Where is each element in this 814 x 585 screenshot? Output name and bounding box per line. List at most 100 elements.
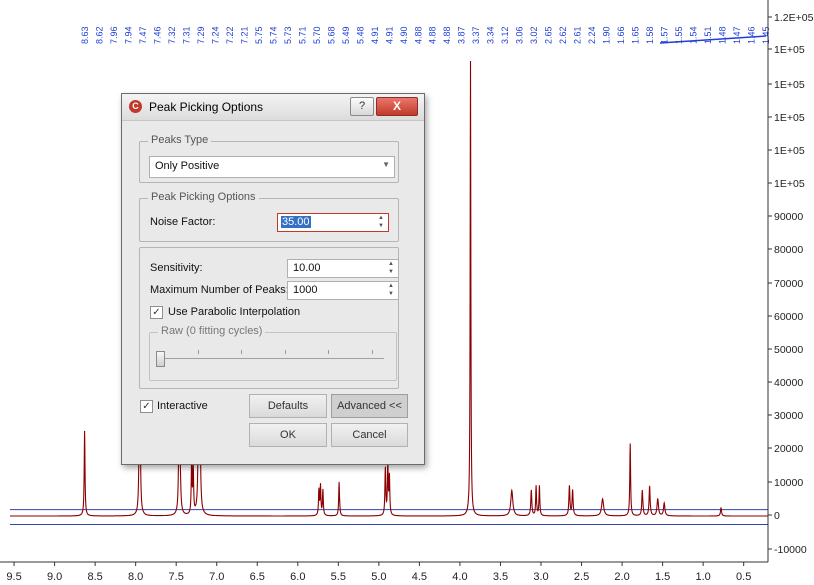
peak-label-text: 7.47 — [138, 26, 148, 44]
fitting-slider-thumb[interactable] — [156, 351, 165, 367]
sensitivity-input[interactable]: 10.00 ▲ ▼ — [287, 259, 399, 278]
peak-label: 4.90 — [399, 26, 409, 44]
peak-label-text: 3.87 — [457, 26, 467, 44]
interactive-checkbox[interactable]: ✓ — [140, 400, 153, 413]
peak-label: 4.91 — [370, 26, 380, 44]
x-tick-label: 9.0 — [47, 571, 62, 583]
peak-label-text: 3.34 — [486, 26, 496, 44]
defaults-button[interactable]: Defaults — [249, 394, 327, 418]
slider-tick — [372, 350, 373, 354]
x-tick-label: 4.0 — [452, 571, 467, 583]
x-tick-label: 3.0 — [533, 571, 548, 583]
peak-label-text: 5.71 — [297, 26, 307, 44]
peak-label: 5.49 — [341, 26, 351, 44]
max-peaks-label: Maximum Number of Peaks: — [150, 284, 289, 296]
peak-label: 1.58 — [645, 26, 655, 44]
peak-label-text: 5.73 — [283, 26, 293, 44]
spin-arrows-icon[interactable]: ▲ ▼ — [376, 214, 386, 230]
y-tick-label: 50000 — [774, 344, 803, 356]
peak-label-group: 8.63 8.62 7.96 7.94 7.47 7.46 7.32 7.31 7.29 7.24… — [80, 26, 771, 44]
peak-label-text: 5.68 — [326, 26, 336, 44]
peak-label-text: 7.21 — [239, 26, 249, 44]
y-tick-label: -10000 — [774, 544, 807, 556]
ok-button[interactable]: OK — [249, 423, 327, 447]
peak-label-text: 3.02 — [529, 26, 539, 44]
peak-label: 5.68 — [326, 26, 336, 44]
x-axis: 9.5 9.0 8.5 8.0 7.5 7.0 6.5 6.0 5.5 5.0 4.5 4.0 3.5 3… — [0, 561, 768, 583]
peak-label: 1.90 — [602, 26, 612, 44]
spin-arrows-icon[interactable]: ▲ ▼ — [386, 282, 396, 298]
peak-label-text: 4.91 — [384, 26, 394, 44]
y-tick-label: 20000 — [774, 443, 803, 455]
peak-label-text: 2.65 — [544, 26, 554, 44]
peak-picking-options-group: Peak Picking Options Noise Factor: 35.00… — [139, 191, 399, 242]
dialog-titlebar[interactable]: C Peak Picking Options ? X — [122, 94, 424, 121]
peak-label: 7.24 — [210, 26, 220, 44]
peak-label: 7.46 — [152, 26, 162, 44]
chevron-down-icon: ▼ — [382, 160, 390, 169]
y-tick-label: 1E+05 — [774, 145, 805, 157]
peak-label: 1.51 — [703, 26, 713, 44]
peak-label: 2.24 — [587, 26, 597, 44]
noise-factor-input[interactable]: 35.00 ▲ ▼ — [277, 213, 389, 232]
fitting-slider-track[interactable] — [158, 358, 384, 359]
peak-label-text: 7.94 — [124, 26, 134, 44]
peak-label-text: 1.45 — [761, 26, 771, 44]
peak-label-text: 1.65 — [631, 26, 641, 44]
peak-label: 4.88 — [442, 26, 452, 44]
peak-label: 7.31 — [181, 26, 191, 44]
peak-label-text: 1.46 — [747, 26, 757, 44]
sensitivity-value: 10.00 — [293, 262, 321, 274]
y-axis: 1.2E+05 1E+05 1E+05 1E+05 1E+05 1E+05 90000 800… — [767, 0, 814, 562]
peak-label: 1.45 — [761, 26, 771, 44]
peak-label-text: 1.66 — [616, 26, 626, 44]
close-button[interactable]: X — [376, 97, 418, 116]
parabolic-checkbox[interactable]: ✓ — [150, 306, 163, 319]
peaks-type-select[interactable]: Only Positive ▼ — [149, 156, 395, 178]
peak-label-text: 8.63 — [80, 26, 90, 44]
x-tick-label: 2.0 — [614, 571, 629, 583]
peak-label-text: 4.88 — [413, 26, 423, 44]
dialog-title: Peak Picking Options — [149, 100, 264, 114]
peak-label: 4.88 — [413, 26, 423, 44]
peak-label: 7.29 — [196, 26, 206, 44]
peak-label: 7.47 — [138, 26, 148, 44]
peak-label-text: 5.74 — [268, 26, 278, 44]
peak-label: 3.02 — [529, 26, 539, 44]
peak-label-text: 4.90 — [399, 26, 409, 44]
peak-label: 5.71 — [297, 26, 307, 44]
raw-fitting-group: Raw (0 fitting cycles) — [149, 325, 397, 381]
app-logo-icon: C — [129, 100, 142, 113]
peak-label: 4.91 — [384, 26, 394, 44]
help-button[interactable]: ? — [350, 97, 374, 116]
peak-label-text: 3.06 — [515, 26, 525, 44]
peak-label: 8.62 — [95, 26, 105, 44]
peak-label-text: 5.70 — [312, 26, 322, 44]
peak-label: 7.94 — [124, 26, 134, 44]
max-peaks-input[interactable]: 1000 ▲ ▼ — [287, 281, 399, 300]
peak-label: 4.88 — [428, 26, 438, 44]
peak-label-text: 4.91 — [370, 26, 380, 44]
peaks-type-group: Peaks Type Only Positive ▼ — [139, 134, 399, 183]
peak-label: 2.62 — [558, 26, 568, 44]
peak-label-text: 7.31 — [181, 26, 191, 44]
peak-label-text: 1.51 — [703, 26, 713, 44]
slider-tick — [241, 350, 242, 354]
y-tick-label: 90000 — [774, 211, 803, 223]
y-tick-label: 1E+05 — [774, 79, 805, 91]
sensitivity-label: Sensitivity: — [150, 262, 203, 274]
x-tick-label: 7.0 — [209, 571, 224, 583]
x-tick-label: 6.0 — [290, 571, 305, 583]
peak-label-text: 7.46 — [152, 26, 162, 44]
advanced-toggle-button[interactable]: Advanced << — [331, 394, 408, 418]
cancel-button[interactable]: Cancel — [331, 423, 408, 447]
peak-label: 3.87 — [457, 26, 467, 44]
peak-label: 7.32 — [167, 26, 177, 44]
peak-label-text: 7.29 — [196, 26, 206, 44]
slider-tick — [328, 350, 329, 354]
parabolic-label: Use Parabolic Interpolation — [168, 306, 301, 318]
spin-arrows-icon[interactable]: ▲ ▼ — [386, 260, 396, 276]
peak-picking-dialog: C Peak Picking Options ? X Peaks Type On… — [121, 93, 425, 465]
advanced-options-group: Sensitivity: 10.00 ▲ ▼ Maximum Number of … — [139, 247, 399, 389]
peak-label-text: 7.24 — [210, 26, 220, 44]
